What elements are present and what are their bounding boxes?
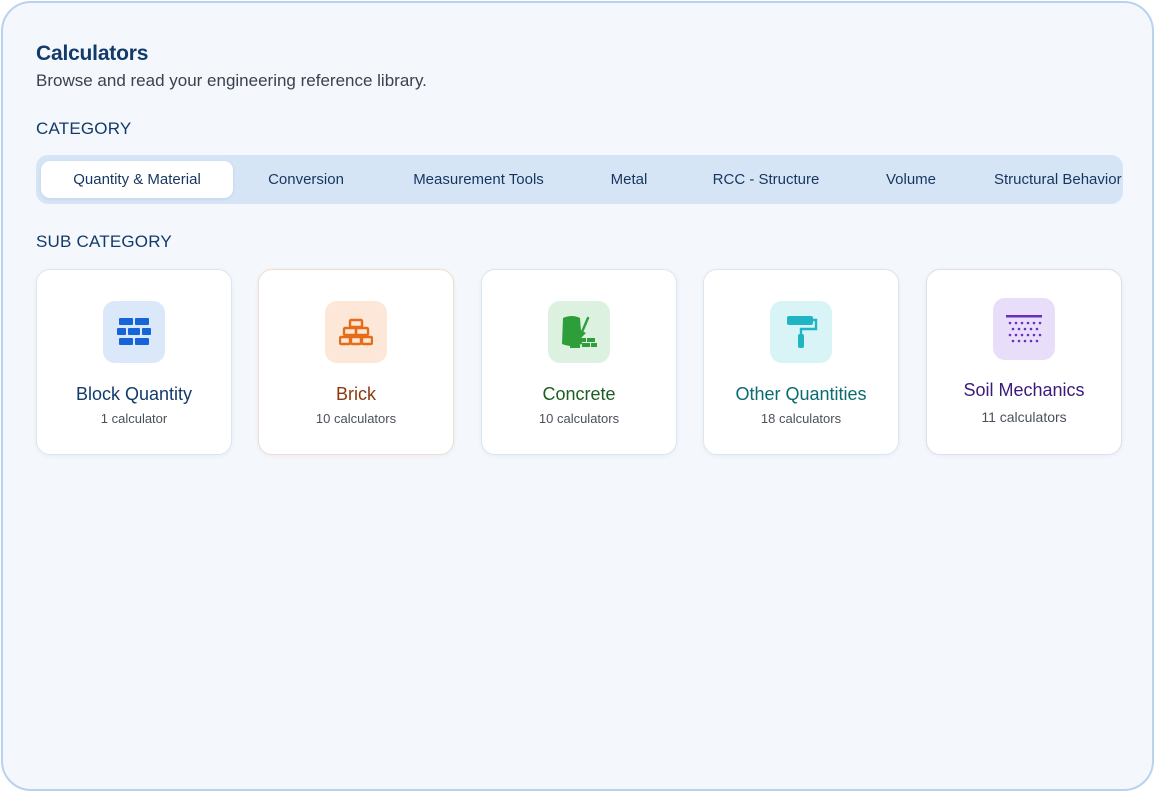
icon-tile (103, 301, 165, 363)
icon-tile (770, 301, 832, 363)
card-title: Other Quantities (735, 384, 867, 404)
concrete-bag-icon (562, 316, 597, 348)
icon-tile (548, 301, 610, 363)
card-title: Block Quantity (75, 384, 193, 404)
tab-measurement-tools[interactable]: Measurement Tools (391, 161, 566, 198)
category-tab-bar: Quantity & Material Conversion Measureme… (36, 155, 1123, 204)
brick-stack-icon (339, 318, 373, 346)
card-count: 10 calculators (315, 411, 397, 426)
block-wall-icon (117, 318, 151, 345)
tab-volume[interactable]: Volume (866, 161, 956, 198)
icon-tile (993, 298, 1055, 360)
tab-quantity-material[interactable]: Quantity & Material (41, 161, 233, 198)
card-soil-mechanics[interactable]: Soil Mechanics 11 calculators (926, 269, 1122, 455)
page-title: Calculators (36, 42, 149, 65)
tab-metal[interactable]: Metal (589, 161, 669, 198)
icon-tile (325, 301, 387, 363)
card-count: 1 calculator (100, 411, 168, 426)
page-subtitle: Browse and read your engineering referen… (36, 71, 427, 90)
card-brick[interactable]: Brick 10 calculators (258, 269, 454, 455)
app-window: Calculators Browse and read your enginee… (1, 1, 1154, 791)
card-title: Brick (336, 384, 376, 404)
card-count: 11 calculators (981, 409, 1067, 425)
card-count: 18 calculators (760, 411, 842, 426)
paint-roller-icon (787, 316, 818, 348)
card-title: Concrete (542, 384, 616, 404)
subcategory-label: SUB CATEGORY (36, 232, 172, 251)
card-block-quantity[interactable]: Block Quantity 1 calculator (36, 269, 232, 455)
card-count: 10 calculators (538, 411, 620, 426)
tab-structural-behavior[interactable]: Structural Behavior (994, 161, 1123, 198)
tab-conversion[interactable]: Conversion (236, 161, 376, 198)
card-concrete[interactable]: Concrete 10 calculators (481, 269, 677, 455)
tab-rcc-structure[interactable]: RCC - Structure (691, 161, 841, 198)
card-title: Soil Mechanics (963, 380, 1085, 400)
soil-layer-icon (1006, 315, 1042, 343)
card-other-quantities[interactable]: Other Quantities 18 calculators (703, 269, 899, 455)
category-label: CATEGORY (36, 119, 132, 138)
